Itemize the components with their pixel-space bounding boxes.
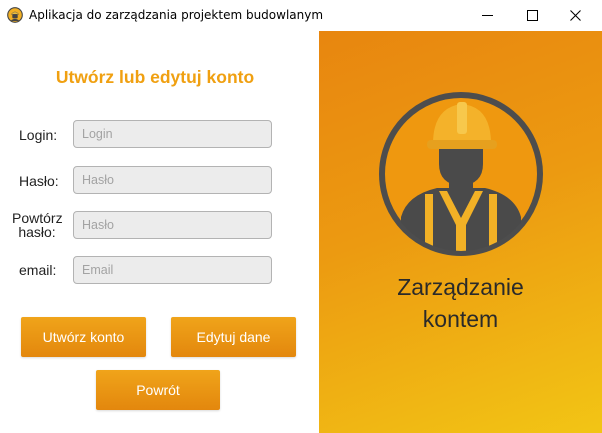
password-input[interactable] — [73, 166, 272, 194]
maximize-icon — [526, 10, 538, 21]
login-label: Login: — [19, 127, 58, 143]
create-account-button[interactable]: Utwórz konto — [21, 317, 146, 357]
password-label: Hasło: — [19, 173, 59, 189]
close-button[interactable] — [552, 0, 598, 31]
email-label: email: — [19, 262, 57, 278]
side-heading-line2: kontem — [422, 306, 499, 332]
email-input[interactable] — [73, 256, 272, 284]
close-icon — [569, 10, 581, 21]
construction-worker-icon — [379, 92, 543, 256]
maximize-button[interactable] — [509, 0, 555, 31]
form-title: Utwórz lub edytuj konto — [55, 67, 255, 87]
account-form-panel: Utwórz lub edytuj konto Login: Hasło: Po… — [0, 31, 319, 433]
side-heading: Zarządzanie kontem — [319, 271, 602, 335]
side-panel: Zarządzanie kontem — [319, 31, 602, 433]
minimize-icon — [481, 10, 493, 21]
edit-data-button[interactable]: Edytuj dane — [171, 317, 296, 357]
repeat-password-input[interactable] — [73, 211, 272, 239]
login-input[interactable] — [73, 120, 272, 148]
repeat-password-label: Powtórz hasło: — [12, 211, 63, 240]
back-button[interactable]: Powrót — [96, 370, 220, 410]
repeat-password-label-line2: hasło: — [18, 224, 56, 240]
side-heading-line1: Zarządzanie — [397, 274, 524, 300]
title-bar: Aplikacja do zarządzania projektem budow… — [0, 0, 602, 31]
window-title: Aplikacja do zarządzania projektem budow… — [29, 8, 324, 22]
minimize-button[interactable] — [464, 0, 510, 31]
worker-helmet-icon — [7, 7, 23, 23]
